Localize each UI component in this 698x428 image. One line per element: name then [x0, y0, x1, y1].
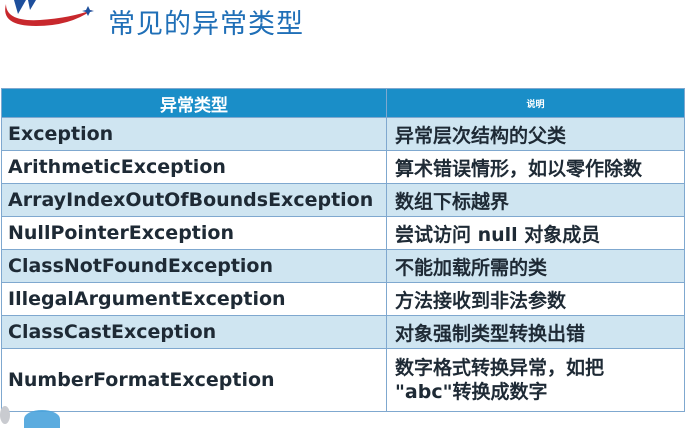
- table-row: NumberFormatException 数字格式转换异常，如把 "abc"转…: [1, 348, 685, 412]
- exception-description: 异常层次结构的父类: [386, 117, 685, 151]
- exception-description: 数字格式转换异常，如把 "abc"转换成数字: [386, 348, 685, 412]
- header-exception-type: 异常类型: [1, 88, 387, 118]
- table-row: ArithmeticException 算术错误情形，如以零作除数: [1, 150, 685, 184]
- exception-description: 对象强制类型转换出错: [386, 315, 685, 349]
- exception-name: ArithmeticException: [1, 150, 387, 184]
- exception-name: IllegalArgumentException: [1, 282, 387, 316]
- exception-name: ArrayIndexOutOfBoundsException: [1, 183, 387, 217]
- exception-description: 不能加载所需的类: [386, 249, 685, 283]
- exception-name: NumberFormatException: [1, 348, 387, 412]
- decorative-shape: [24, 410, 60, 428]
- exception-description: 算术错误情形，如以零作除数: [386, 150, 685, 184]
- exception-name: ClassCastException: [1, 315, 387, 349]
- decorative-shape: [0, 406, 10, 424]
- exception-name: NullPointerException: [1, 216, 387, 250]
- exception-table: 异常类型 说明 Exception 异常层次结构的父类 ArithmeticEx…: [1, 88, 685, 412]
- exception-name: ClassNotFoundException: [1, 249, 387, 283]
- table-row: Exception 异常层次结构的父类: [1, 117, 685, 151]
- table-row: ArrayIndexOutOfBoundsException 数组下标越界: [1, 183, 685, 217]
- slide-title: 常见的异常类型: [108, 9, 304, 40]
- table-row: ClassCastException 对象强制类型转换出错: [1, 315, 685, 349]
- table-row: NullPointerException 尝试访问 null 对象成员: [1, 216, 685, 250]
- exception-name: Exception: [1, 117, 387, 151]
- exception-description: 数组下标越界: [386, 183, 685, 217]
- table-row: ClassNotFoundException 不能加载所需的类: [1, 249, 685, 283]
- exception-description: 尝试访问 null 对象成员: [386, 216, 685, 250]
- logo-swoosh-icon: [5, 0, 94, 26]
- exception-description: 方法接收到非法参数: [386, 282, 685, 316]
- header-description: 说明: [386, 88, 685, 118]
- table-header-row: 异常类型 说明: [1, 88, 685, 118]
- table-row: IllegalArgumentException 方法接收到非法参数: [1, 282, 685, 316]
